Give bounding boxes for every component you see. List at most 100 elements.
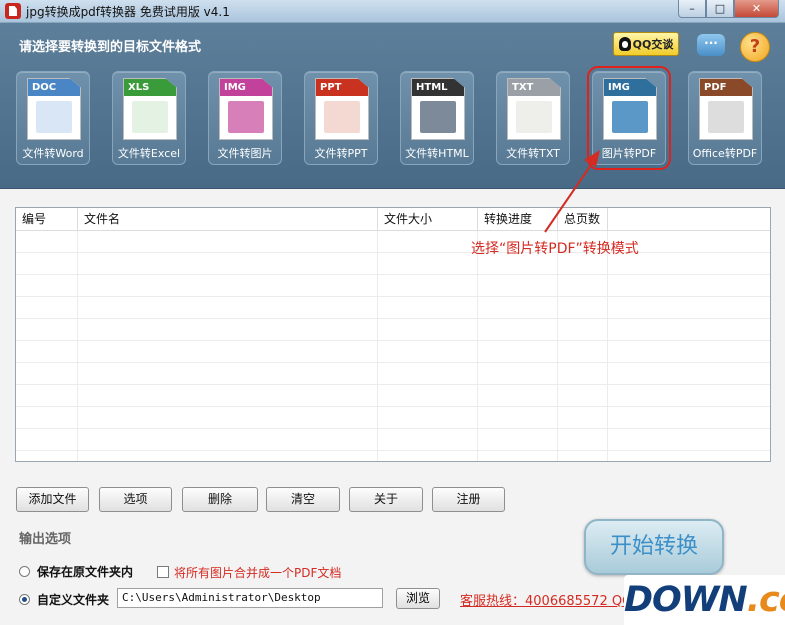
table-cell [378,253,478,274]
help-icon[interactable]: ? [740,32,770,62]
table-row[interactable] [16,275,770,297]
qq-penguin-icon [618,37,631,51]
col-filesize[interactable]: 文件大小 [378,208,478,230]
table-cell [608,341,770,362]
merge-pdf-label: 将所有图片合并成一个PDF文档 [174,566,342,580]
table-cell [478,363,558,384]
mode-label: 文件转Excel [117,147,181,160]
col-index[interactable]: 编号 [16,208,78,230]
col-pages[interactable]: 总页数 [558,208,608,230]
custom-folder-radio[interactable] [19,594,30,605]
table-cell [478,407,558,428]
merge-pdf-checkbox[interactable] [157,566,169,578]
minimize-button[interactable]: – [678,0,706,18]
qq-chat-button[interactable]: QQ交谈 [613,32,679,56]
table-row[interactable] [16,451,770,461]
table-cell [78,363,378,384]
table-cell [16,407,78,428]
table-cell [378,275,478,296]
mode-image-to-pdf[interactable]: IMG 图片转PDF [587,66,671,170]
table-cell [558,385,608,406]
table-cell [478,319,558,340]
table-cell [478,341,558,362]
window-controls: – □ ✕ [678,0,779,18]
watermark-part2: .cc [746,580,785,620]
image-pdf-icon: IMG [603,78,657,140]
table-row[interactable] [16,319,770,341]
mode-label: Office转PDF [692,147,758,160]
keep-original-label: 保存在原文件夹内 [37,565,134,579]
table-row[interactable] [16,429,770,451]
table-cell [78,297,378,318]
table-cell [558,429,608,450]
add-file-button[interactable]: 添加文件 [16,487,89,512]
table-cell [478,429,558,450]
mode-office-to-pdf[interactable]: PDF Office转PDF [688,71,762,165]
window-title: jpg转换成pdf转换器 免费试用版 v4.1 [26,5,230,19]
table-cell [16,231,78,252]
down-cc-watermark: DOWN.cc [624,575,785,625]
table-row[interactable] [16,407,770,429]
table-cell [16,451,78,461]
mode-to-excel[interactable]: XLS 文件转Excel [112,71,186,165]
table-cell [78,341,378,362]
table-cell [78,319,378,340]
mode-label: 文件转PPT [314,147,368,160]
table-cell [378,407,478,428]
mode-label: 文件转TXT [506,147,560,160]
table-row[interactable] [16,385,770,407]
col-progress[interactable]: 转换进度 [478,208,558,230]
mode-doc-to-word[interactable]: DOC 文件转Word [16,71,90,165]
keep-original-radio[interactable] [19,566,30,577]
table-cell [16,363,78,384]
close-button[interactable]: ✕ [734,0,779,18]
delete-button[interactable]: 删除 [182,487,258,512]
chat-bubble-icon[interactable]: ··· [697,34,725,56]
table-cell [378,297,478,318]
table-row[interactable] [16,297,770,319]
table-cell [16,341,78,362]
table-header: 编号 文件名 文件大小 转换进度 总页数 [16,208,770,231]
clear-button[interactable]: 清空 [266,487,340,512]
table-cell [378,451,478,461]
col-filename[interactable]: 文件名 [78,208,378,230]
table-cell [16,385,78,406]
pdf-doc-icon: PDF [699,78,753,140]
mode-to-ppt[interactable]: PPT 文件转PPT [304,71,378,165]
table-row[interactable] [16,231,770,253]
browse-button[interactable]: 浏览 [396,588,440,609]
word-doc-icon: DOC [27,78,81,140]
about-button[interactable]: 关于 [349,487,423,512]
table-cell [558,451,608,461]
table-cell [608,275,770,296]
table-cell [608,319,770,340]
table-cell [78,451,378,461]
maximize-button[interactable]: □ [706,0,734,18]
output-path-input[interactable]: C:\Users\Administrator\Desktop [117,588,383,608]
file-table[interactable]: 编号 文件名 文件大小 转换进度 总页数 选择“图片转PDF”转换模式 [15,207,771,462]
table-rows [16,231,770,461]
hotline-link[interactable]: 客服热线：4006685572 QQ [460,590,632,609]
html-doc-icon: HTML [411,78,465,140]
mode-label: 文件转Word [22,147,84,160]
table-cell [478,451,558,461]
table-cell [16,253,78,274]
start-convert-button[interactable]: 开始转换 [584,519,724,575]
mode-to-image[interactable]: IMG 文件转图片 [208,71,282,165]
table-cell [378,341,478,362]
table-row[interactable] [16,253,770,275]
mode-label: 文件转图片 [217,147,273,160]
mode-to-txt[interactable]: TXT 文件转TXT [496,71,570,165]
mode-to-html[interactable]: HTML 文件转HTML [400,71,474,165]
table-cell [16,429,78,450]
table-cell [608,385,770,406]
register-button[interactable]: 注册 [432,487,505,512]
table-row[interactable] [16,363,770,385]
table-cell [608,407,770,428]
table-cell [608,363,770,384]
table-row[interactable] [16,341,770,363]
custom-folder-label: 自定义文件夹 [37,593,110,607]
app-window: jpg转换成pdf转换器 免费试用版 v4.1 – □ ✕ 请选择要转换到的目标… [0,0,785,625]
table-cell [558,275,608,296]
options-button[interactable]: 选项 [99,487,172,512]
